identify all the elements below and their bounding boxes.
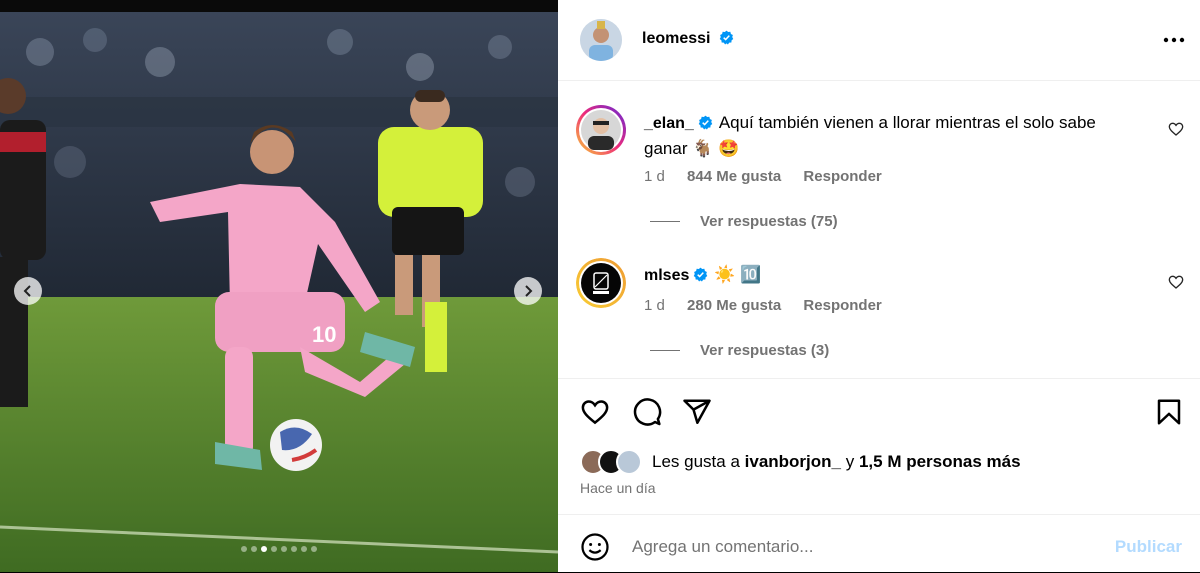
next-slide-button[interactable]: [514, 277, 542, 305]
share-icon[interactable]: [682, 397, 712, 427]
publish-button[interactable]: Publicar: [1115, 537, 1182, 557]
heart-icon[interactable]: [580, 397, 610, 427]
author-username[interactable]: leomessi: [642, 30, 710, 47]
comment-item: mlses ☀️ 🔟 1 d 280 Me gusta Responder Ve…: [558, 256, 1200, 376]
comment-likes[interactable]: 844 Me gusta: [687, 168, 781, 185]
comment-composer: Publicar: [558, 514, 1200, 573]
slide-dot: [291, 546, 297, 552]
more-options-icon: [1163, 37, 1185, 43]
verified-badge-icon: [719, 30, 734, 45]
commenter-username[interactable]: mlses: [644, 267, 689, 284]
chevron-left-icon: [23, 285, 31, 297]
comment-age: 1 d: [644, 168, 665, 185]
likes-connector: y: [845, 452, 855, 471]
post-timestamp[interactable]: Hace un día: [580, 480, 656, 496]
post-header: leomessi: [558, 0, 1200, 81]
commenter-avatar-image: [579, 108, 623, 152]
comment-meta: 1 d 844 Me gusta Responder: [644, 168, 900, 185]
chevron-right-icon: [525, 285, 533, 297]
author-avatar[interactable]: [580, 19, 622, 61]
view-replies-label: Ver respuestas (3): [700, 342, 830, 359]
reply-button[interactable]: Responder: [803, 168, 881, 185]
post-media: 10: [0, 0, 558, 572]
replies-divider: [650, 350, 680, 351]
author-avatar-image: [580, 19, 622, 61]
comment-body: _elan_ Aquí también vienen a llorar mien…: [644, 110, 1144, 161]
slide-dot: [281, 546, 287, 552]
slide-dot: [301, 546, 307, 552]
bookmark-icon[interactable]: [1154, 397, 1184, 427]
reply-button[interactable]: Responder: [803, 297, 881, 314]
comment-body: mlses ☀️ 🔟: [644, 262, 1144, 288]
comment-like-icon[interactable]: [1168, 274, 1184, 290]
post-photo: 10: [0, 12, 558, 572]
liker-avatars: [580, 449, 642, 475]
replies-divider: [650, 221, 680, 222]
liker-avatar[interactable]: [616, 449, 642, 475]
svg-text:10: 10: [312, 322, 336, 347]
comment-age: 1 d: [644, 297, 665, 314]
comment-text: ☀️ 🔟: [714, 265, 762, 284]
view-replies-button[interactable]: Ver respuestas (75): [650, 213, 838, 230]
more-options-button[interactable]: [1162, 28, 1186, 52]
post-actions: Les gusta a ivanborjon_ y 1,5 M personas…: [558, 378, 1200, 515]
likes-prefix: Les gusta a: [652, 452, 740, 471]
verified-badge-icon: [694, 267, 708, 282]
commenter-username[interactable]: _elan_: [644, 115, 694, 132]
slide-dot: [241, 546, 247, 552]
view-replies-label: Ver respuestas (75): [700, 213, 838, 230]
likes-count[interactable]: 1,5 M personas más: [859, 452, 1021, 472]
view-replies-button[interactable]: Ver respuestas (3): [650, 342, 829, 359]
comment-icon[interactable]: [632, 397, 662, 427]
commenter-avatar[interactable]: [576, 105, 626, 155]
slide-dot-active: [261, 546, 267, 552]
emoji-icon[interactable]: [580, 532, 610, 562]
previous-slide-button[interactable]: [14, 277, 42, 305]
slide-indicator: [0, 546, 558, 552]
comment-input[interactable]: [630, 531, 1094, 563]
verified-badge-icon: [698, 115, 713, 130]
liker-username[interactable]: ivanborjon_: [745, 452, 841, 472]
comment-likes[interactable]: 280 Me gusta: [687, 297, 781, 314]
slide-dot: [311, 546, 317, 552]
post-panel: leomessi _elan_ Aquí también vienen a ll…: [558, 0, 1200, 572]
commenter-avatar[interactable]: [576, 258, 626, 308]
commenter-avatar-image: [576, 258, 626, 308]
comment-meta: 1 d 280 Me gusta Responder: [644, 297, 900, 314]
slide-dot: [251, 546, 257, 552]
likes-summary: Les gusta a ivanborjon_ y 1,5 M personas…: [580, 449, 1021, 475]
comment-item: _elan_ Aquí también vienen a llorar mien…: [558, 100, 1200, 240]
slide-dot: [271, 546, 277, 552]
comment-like-icon[interactable]: [1168, 121, 1184, 137]
